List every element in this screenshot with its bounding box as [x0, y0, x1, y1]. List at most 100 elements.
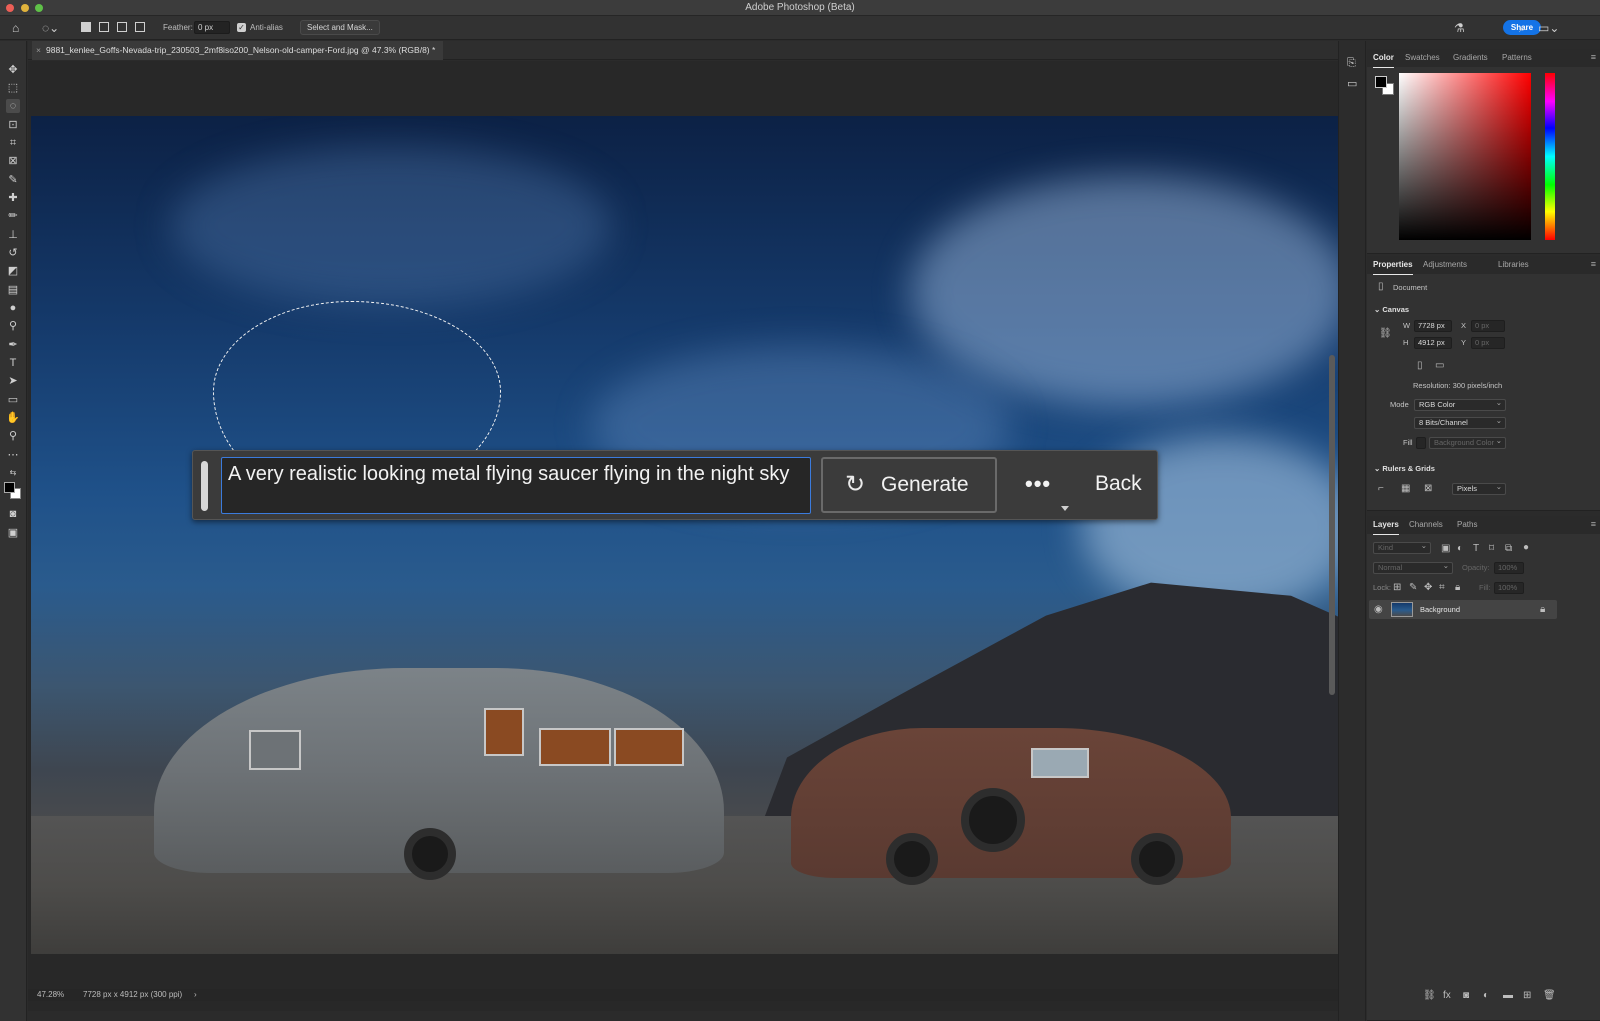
drag-handle[interactable] [201, 461, 208, 511]
eye-icon[interactable]: ◉ [1374, 604, 1383, 615]
opacity-input[interactable]: 100% [1494, 562, 1524, 574]
chevron-down-icon[interactable] [1061, 506, 1069, 511]
subtract-from-selection-icon[interactable] [117, 22, 127, 32]
path-selection-tool-icon[interactable]: ➤ [6, 374, 20, 388]
swap-colors-icon[interactable]: ⇆ [6, 466, 20, 480]
portrait-orientation-icon[interactable]: ▯ [1417, 360, 1423, 371]
panel-menu-icon[interactable]: ≡ [1591, 519, 1596, 529]
generate-button[interactable]: ↻ Generate [821, 457, 997, 513]
lock-pixels-icon[interactable]: ✎ [1409, 582, 1417, 593]
healing-brush-tool-icon[interactable]: ✚ [6, 191, 20, 205]
beaker-icon[interactable]: ⚗ [1454, 21, 1465, 35]
foreground-color-swatch[interactable] [1375, 76, 1387, 88]
link-layers-icon[interactable]: ⛓ [1423, 990, 1436, 1001]
hue-slider[interactable] [1545, 73, 1555, 240]
brush-tool-icon[interactable]: ✏ [6, 209, 20, 223]
tab-patterns[interactable]: Patterns [1502, 49, 1532, 67]
search-icon[interactable]: ⌕ [1519, 21, 1526, 35]
height-input[interactable]: 4912 px [1414, 337, 1452, 349]
link-icon[interactable]: ⛓ [1379, 328, 1392, 339]
prompt-input[interactable]: A very realistic looking metal flying sa… [221, 457, 811, 514]
tab-channels[interactable]: Channels [1409, 516, 1443, 534]
new-group-icon[interactable]: ▬ [1503, 990, 1513, 1001]
intersect-selection-icon[interactable] [135, 22, 145, 32]
comments-icon[interactable]: ▭ [1347, 77, 1357, 90]
document-tab[interactable]: × 9881_kenlee_Goffs-Nevada-trip_230503_2… [32, 41, 444, 60]
more-options-button[interactable]: ••• [1025, 464, 1051, 504]
lock-position-icon[interactable]: ✥ [1424, 582, 1432, 593]
lasso-tool-preset-icon[interactable]: ◌⌄ [42, 21, 59, 35]
lasso-tool-icon[interactable]: ◌ [6, 99, 20, 113]
mode-select[interactable]: RGB Color [1414, 398, 1506, 411]
zoom-tool-icon[interactable]: ⚲ [6, 429, 20, 443]
canvas-area[interactable]: A very realistic looking metal flying sa… [28, 61, 1353, 1011]
ruler-icon[interactable]: ⌐ [1378, 483, 1384, 494]
home-icon[interactable]: ⌂ [12, 21, 19, 35]
landscape-orientation-icon[interactable]: ▭ [1435, 360, 1444, 371]
document-image[interactable] [31, 116, 1351, 954]
foreground-color-swatch[interactable] [4, 482, 15, 493]
history-brush-tool-icon[interactable]: ↺ [6, 246, 20, 260]
anti-alias-checkbox[interactable]: ✓ [237, 23, 246, 32]
adjustment-layer-icon[interactable]: ◐ [1483, 990, 1489, 1001]
tab-properties[interactable]: Properties [1373, 256, 1413, 275]
screen-mode-icon[interactable]: ▣ [6, 526, 20, 540]
fill-input[interactable]: 100% [1494, 582, 1524, 594]
canvas-section-header[interactable]: ⌄ Canvas [1374, 304, 1409, 315]
tab-layers[interactable]: Layers [1373, 516, 1399, 535]
new-selection-icon[interactable] [81, 22, 91, 32]
adjustment-filter-icon[interactable]: ◐ [1457, 543, 1463, 554]
type-tool-icon[interactable]: T [6, 356, 20, 370]
lock-transparency-icon[interactable]: ⊞ [1393, 582, 1401, 593]
layer-row[interactable]: ◉ Background 🔒︎ [1369, 600, 1557, 619]
gradient-tool-icon[interactable]: ▤ [6, 283, 20, 297]
feather-input[interactable]: 0 px [194, 21, 230, 34]
more-tools-icon[interactable]: ⋯ [6, 448, 20, 462]
crop-tool-icon[interactable]: ⌗ [6, 136, 20, 150]
tab-adjustments[interactable]: Adjustments [1423, 256, 1467, 274]
lock-all-icon[interactable]: 🔒︎ [1455, 582, 1460, 593]
filter-toggle-icon[interactable]: ● [1523, 542, 1529, 553]
eyedropper-tool-icon[interactable]: ✎ [6, 173, 20, 187]
vertical-scrollbar[interactable] [1329, 355, 1335, 695]
panel-menu-icon[interactable]: ≡ [1591, 259, 1596, 269]
tab-gradients[interactable]: Gradients [1453, 49, 1488, 67]
dodge-tool-icon[interactable]: ⚲ [6, 319, 20, 333]
panel-menu-icon[interactable]: ≡ [1591, 52, 1596, 62]
lock-artboard-icon[interactable]: ⌗ [1439, 582, 1445, 593]
object-selection-tool-icon[interactable]: ⊡ [6, 118, 20, 132]
delete-layer-icon[interactable]: 🗑︎ [1543, 990, 1556, 1001]
add-to-selection-icon[interactable] [99, 22, 109, 32]
frame-tool-icon[interactable]: ⊠ [6, 154, 20, 168]
width-input[interactable]: 7728 px [1414, 320, 1452, 332]
clone-stamp-tool-icon[interactable]: ⊥ [6, 228, 20, 242]
lock-icon[interactable]: 🔒︎ [1540, 604, 1545, 615]
hand-tool-icon[interactable]: ✋ [6, 411, 20, 425]
tab-swatches[interactable]: Swatches [1405, 49, 1440, 67]
y-input[interactable]: 0 px [1471, 337, 1505, 349]
units-select[interactable]: Pixels [1452, 482, 1506, 495]
rectangle-tool-icon[interactable]: ▭ [6, 393, 20, 407]
blur-tool-icon[interactable]: ● [6, 301, 20, 315]
blend-mode-select[interactable]: Normal [1373, 561, 1453, 574]
eraser-tool-icon[interactable]: ◩ [6, 264, 20, 278]
pixel-filter-icon[interactable]: ▣ [1441, 543, 1450, 554]
new-layer-icon[interactable]: ⊞ [1523, 990, 1531, 1001]
pen-tool-icon[interactable]: ✒ [6, 338, 20, 352]
layer-style-icon[interactable]: fx [1443, 990, 1451, 1001]
workspace-icon[interactable]: ▭⌄ [1538, 21, 1559, 35]
layer-kind-filter[interactable]: Kind [1373, 541, 1431, 554]
close-tab-icon[interactable]: × [36, 41, 41, 60]
tab-color[interactable]: Color [1373, 49, 1394, 68]
layer-name[interactable]: Background [1420, 604, 1460, 615]
grid-icon[interactable]: ▦ [1401, 483, 1410, 494]
history-icon[interactable]: ⎘ [1347, 57, 1356, 70]
color-picker-field[interactable] [1399, 73, 1531, 240]
bit-depth-select[interactable]: 8 Bits/Channel [1414, 416, 1506, 429]
fill-swatch[interactable] [1416, 437, 1426, 449]
add-mask-icon[interactable]: ◙ [1463, 990, 1469, 1001]
marquee-tool-icon[interactable]: ⬚ [6, 81, 20, 95]
select-and-mask-button[interactable]: Select and Mask... [300, 20, 380, 35]
status-menu-arrow[interactable]: › [194, 989, 197, 1001]
shape-filter-icon[interactable]: ⌑ [1489, 543, 1494, 554]
